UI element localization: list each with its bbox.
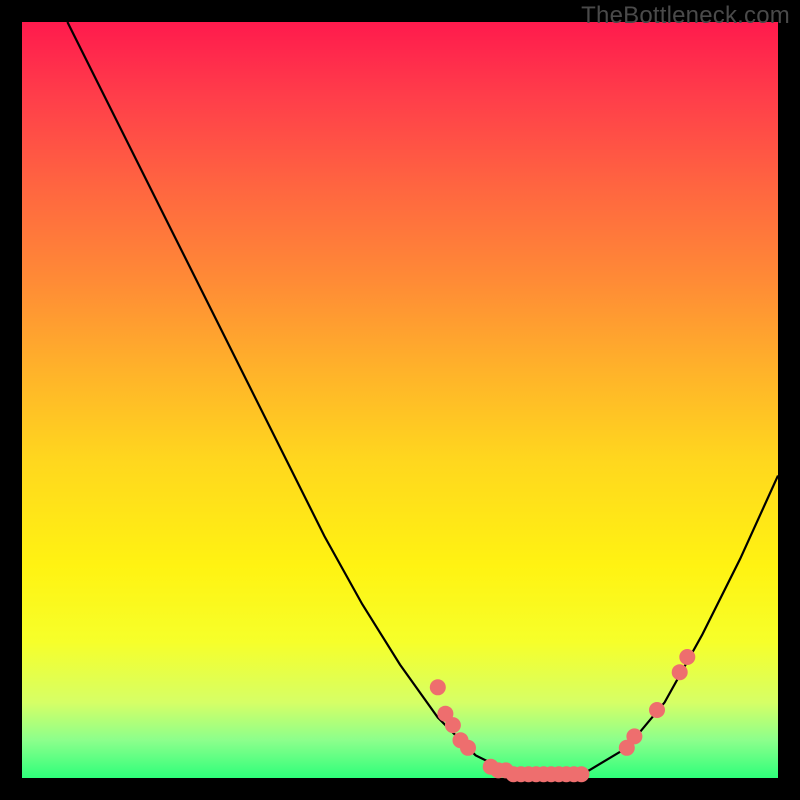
data-point [672,664,688,680]
data-markers [430,649,696,782]
bottleneck-curve-chart [22,22,778,778]
data-point [430,679,446,695]
bottleneck-curve [67,22,778,778]
data-point [445,717,461,733]
data-point [573,766,589,782]
data-point [679,649,695,665]
data-point [460,740,476,756]
data-point [649,702,665,718]
data-point [626,728,642,744]
